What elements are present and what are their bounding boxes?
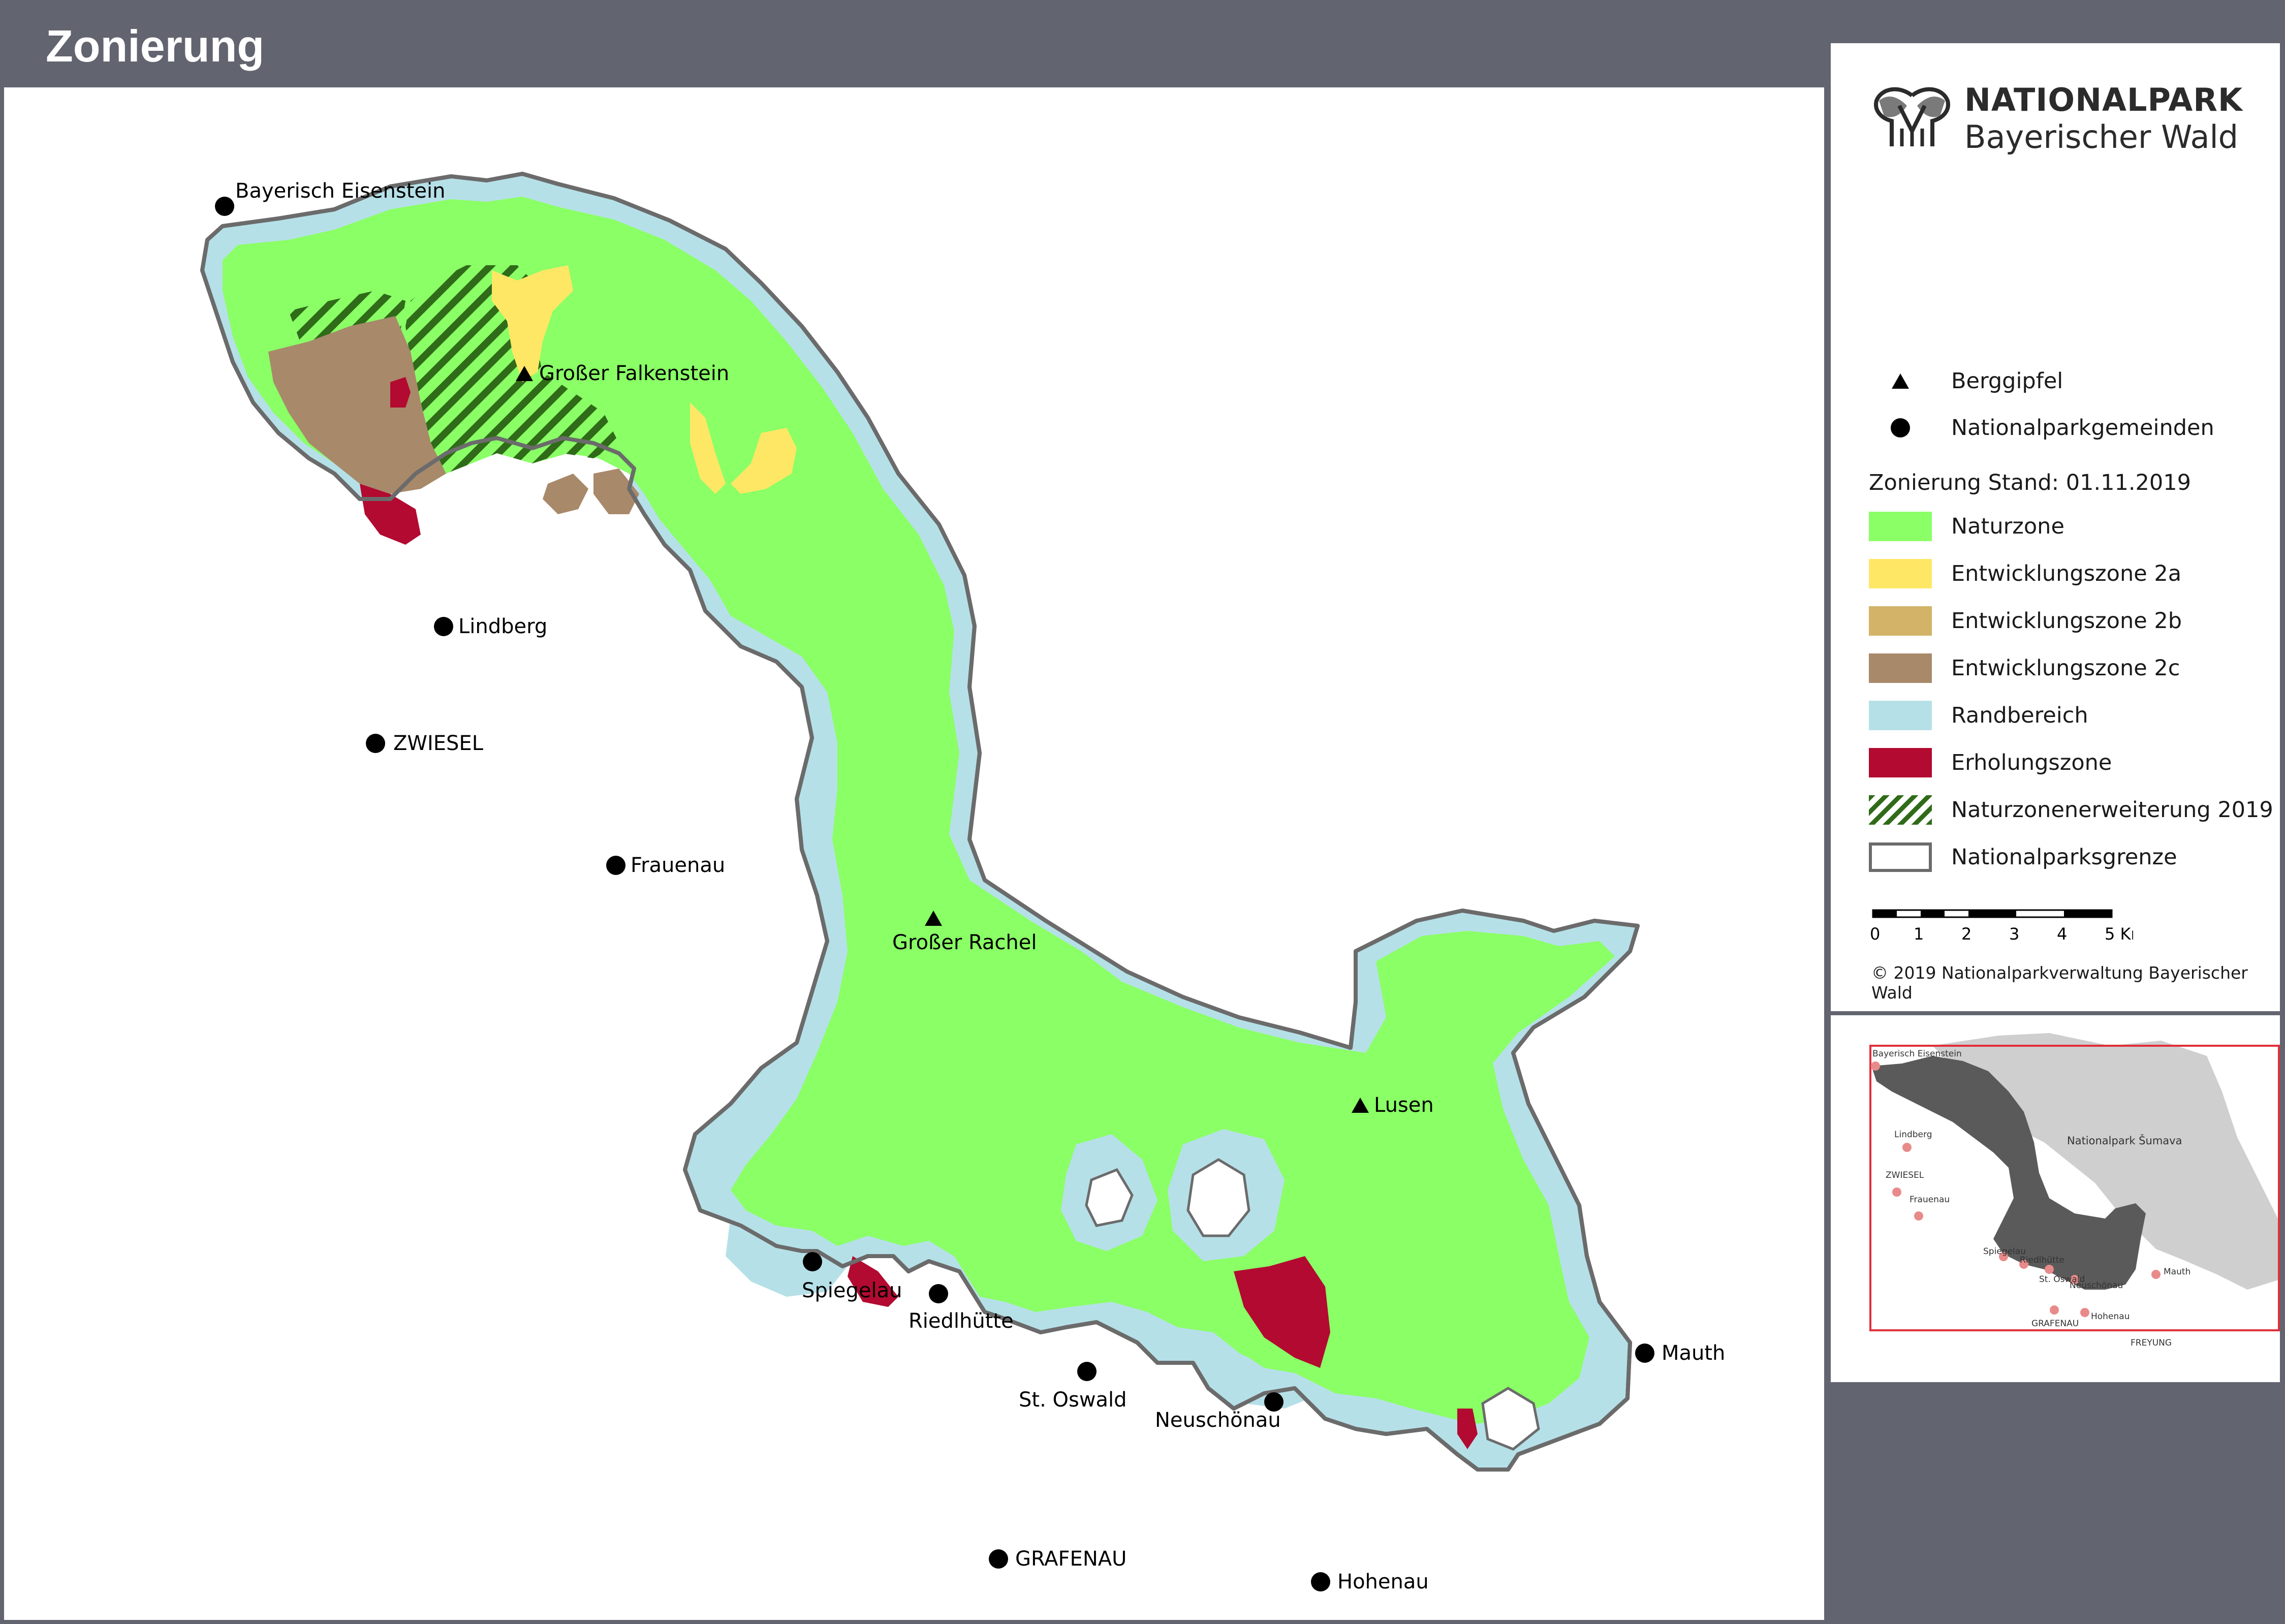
town-dot-icon bbox=[1311, 1572, 1330, 1591]
town-neuschoenau-label: Neuschönau bbox=[1155, 1409, 1281, 1432]
peak-triangle-icon bbox=[1352, 1098, 1369, 1113]
swatch-zone2c bbox=[1869, 653, 1932, 683]
town-spiegelau-label: Spiegelau bbox=[802, 1279, 902, 1302]
scale-bar: 0 1 2 3 4 5 Km bbox=[1869, 907, 2147, 950]
scale-tick-1: 1 bbox=[1914, 924, 1924, 944]
legend-item-grenze: Nationalparksgrenze bbox=[1869, 842, 2177, 872]
legend-item-zone2a: Entwicklungszone 2a bbox=[1869, 559, 2181, 588]
town-dot-icon bbox=[1891, 418, 1910, 438]
town-dot-icon bbox=[929, 1284, 948, 1303]
peak-grosser-falkenstein[interactable]: Großer Falkenstein bbox=[516, 362, 729, 385]
main-map[interactable]: Bayerisch Eisenstein Lindberg ZWIESEL Fr… bbox=[4, 87, 1824, 1620]
page-title: Zonierung bbox=[46, 21, 265, 71]
town-hohenau[interactable]: Hohenau bbox=[1311, 1570, 1429, 1594]
inset-label-riedlhuette: Riedlhütte bbox=[2020, 1255, 2064, 1265]
peak-triangle-icon bbox=[925, 911, 942, 926]
inset-label-bayerisch-eisenstein: Bayerisch Eisenstein bbox=[1872, 1049, 1962, 1059]
inset-label-freyung: FREYUNG bbox=[2131, 1338, 2172, 1348]
inset-label-lindberg: Lindberg bbox=[1894, 1130, 1932, 1140]
town-mauth[interactable]: Mauth bbox=[1635, 1341, 1725, 1365]
town-dot-icon bbox=[803, 1252, 822, 1271]
town-dot-icon bbox=[366, 734, 385, 753]
legend-item-zone2b: Entwicklungszone 2b bbox=[1869, 606, 2182, 636]
town-lindberg[interactable]: Lindberg bbox=[434, 615, 547, 638]
scale-tick-2: 2 bbox=[1961, 924, 1971, 944]
legend-item-berggipfel: Berggipfel bbox=[1869, 368, 2063, 394]
town-bayerisch-eisenstein[interactable]: Bayerisch Eisenstein bbox=[215, 166, 445, 216]
peak-triangle-icon bbox=[1892, 373, 1909, 389]
town-st-oswald-label: St. Oswald bbox=[1019, 1388, 1127, 1412]
scale-tick-5: 5 Km bbox=[2105, 924, 2133, 944]
town-riedlhuette[interactable] bbox=[929, 1284, 948, 1303]
town-dot-icon bbox=[606, 856, 625, 875]
swatch-naturzone bbox=[1869, 512, 1932, 541]
legend-item-erholungszone: Erholungszone bbox=[1869, 748, 2112, 777]
town-dot-icon bbox=[215, 197, 234, 216]
inset-label-mauth: Mauth bbox=[2164, 1267, 2191, 1277]
inset-label-sumava: Nationalpark Šumava bbox=[2067, 1135, 2182, 1147]
logo-line1: NATIONALPARK bbox=[1964, 81, 2243, 118]
town-dot-icon bbox=[1077, 1362, 1097, 1381]
town-dot-icon bbox=[989, 1549, 1008, 1569]
legend-item-zone2c: Entwicklungszone 2c bbox=[1869, 653, 2180, 683]
scale-tick-4: 4 bbox=[2057, 924, 2067, 944]
swatch-randbereich bbox=[1869, 701, 1932, 730]
peak-triangle-icon bbox=[516, 366, 533, 381]
panel-divider bbox=[1831, 1011, 2280, 1015]
legend-stand: Zonierung Stand: 01.11.2019 bbox=[1869, 470, 2191, 495]
zoning-map-svg bbox=[200, 172, 1640, 1472]
logo-line2: Bayerischer Wald bbox=[1964, 118, 2239, 155]
inset-label-frauenau: Frauenau bbox=[1910, 1195, 1950, 1205]
nationalpark-logo: NATIONALPARK Bayerischer Wald bbox=[1869, 81, 2243, 155]
owl-tree-logo-icon bbox=[1874, 87, 1950, 146]
peak-lusen[interactable]: Lusen bbox=[1352, 1094, 1434, 1117]
legend-item-erweiterung: Naturzonenerweiterung 2019 bbox=[1869, 795, 2273, 825]
inset-label-zwiesel: ZWIESEL bbox=[1886, 1170, 1924, 1180]
swatch-zone2a bbox=[1869, 559, 1932, 588]
swatch-zone2b bbox=[1869, 606, 1932, 636]
inset-label-hohenau: Hohenau bbox=[2091, 1311, 2130, 1322]
town-frauenau[interactable]: Frauenau bbox=[606, 854, 725, 877]
swatch-grenze bbox=[1869, 842, 1932, 872]
logo-text: NATIONALPARK Bayerischer Wald bbox=[1964, 81, 2243, 155]
swatch-erweiterung bbox=[1869, 795, 1932, 825]
scale-tick-0: 0 bbox=[1870, 924, 1880, 944]
inset-label-grafenau: GRAFENAU bbox=[2031, 1319, 2079, 1329]
inset-label-neuschoenau: Neuschönau bbox=[2070, 1281, 2123, 1291]
copyright-text: © 2019 Nationalparkverwaltung Bayerische… bbox=[1871, 963, 2248, 1003]
legend-item-gemeinden: Nationalparkgemeinden bbox=[1869, 415, 2214, 441]
legend-item-naturzone: Naturzone bbox=[1869, 512, 2064, 541]
map-sheet: Zonierung Bayerisch Eisenstein Lindberg … bbox=[0, 0, 2285, 1624]
scale-tick-3: 3 bbox=[2009, 924, 2019, 944]
town-grafenau[interactable]: GRAFENAU bbox=[989, 1547, 1126, 1571]
town-riedlhuette-label: Riedlhütte bbox=[909, 1309, 1014, 1333]
town-dot-icon bbox=[434, 617, 453, 636]
zone-2c-east-1 bbox=[543, 474, 588, 514]
peak-grosser-rachel[interactable] bbox=[925, 911, 942, 926]
scale-bar-graphic: 0 1 2 3 4 5 Km bbox=[1870, 909, 2147, 944]
town-zwiesel[interactable]: ZWIESEL bbox=[366, 732, 483, 755]
town-dot-icon bbox=[1635, 1344, 1654, 1363]
legend-panel: NATIONALPARK Bayerischer Wald Berggipfel… bbox=[1831, 43, 2280, 1382]
town-st-oswald[interactable] bbox=[1077, 1362, 1097, 1381]
overview-inset-map[interactable]: Bayerisch Eisenstein Nationalpark Šumava… bbox=[1831, 1015, 2280, 1382]
peak-grosser-rachel-label: Großer Rachel bbox=[892, 931, 1037, 954]
swatch-erholungszone bbox=[1869, 748, 1932, 777]
legend-item-randbereich: Randbereich bbox=[1869, 701, 2088, 730]
town-spiegelau[interactable] bbox=[803, 1252, 827, 1271]
